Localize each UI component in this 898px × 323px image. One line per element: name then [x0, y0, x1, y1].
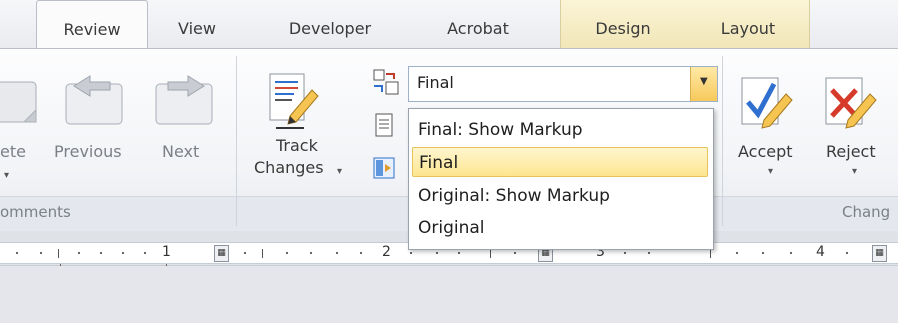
- group-separator: [236, 56, 237, 226]
- ruler-dot: [846, 252, 848, 254]
- ruler-dot: [144, 252, 146, 254]
- option-final[interactable]: Final: [412, 147, 708, 177]
- ruler-tick: [710, 249, 711, 258]
- ruler-dot: [310, 252, 312, 254]
- tab-developer-label: Developer: [288, 19, 372, 38]
- previous-comment-icon: [65, 75, 123, 125]
- next-comment-label: Next: [162, 142, 200, 161]
- show-markup-icon[interactable]: [372, 112, 398, 140]
- tab-developer[interactable]: Developer: [270, 0, 390, 47]
- ruler-dot: [736, 252, 738, 254]
- display-for-review-dropdown-button[interactable]: ▼: [690, 67, 717, 101]
- tab-review-label: Review: [63, 20, 121, 39]
- ruler-number: 1: [162, 244, 171, 260]
- display-for-review-value: Final: [417, 73, 454, 92]
- column-marker[interactable]: ▦: [872, 245, 887, 262]
- option-final-show-markup[interactable]: Final: Show Markup: [412, 115, 708, 145]
- ruler-dot: [762, 252, 764, 254]
- changes-group-label: Chang: [842, 203, 891, 221]
- ruler-dot: [624, 252, 626, 254]
- ruler-tick: [490, 249, 491, 258]
- tab-stop-marker[interactable]: ▦: [214, 245, 229, 262]
- option-original-show-markup[interactable]: Original: Show Markup: [412, 181, 708, 211]
- accept-icon: [741, 77, 793, 129]
- delete-comment-icon: [0, 81, 37, 123]
- ruler-dot: [648, 252, 650, 254]
- previous-comment-label: Previous: [54, 142, 122, 161]
- track-changes-dropdown-caret[interactable]: ▾: [337, 166, 342, 177]
- reject-dropdown-caret[interactable]: ▾: [852, 166, 857, 177]
- ruler-dot: [286, 252, 288, 254]
- display-for-review-dropdown: Final: Show Markup Final Original: Show …: [408, 108, 714, 250]
- ruler-dot: [78, 252, 80, 254]
- reject-label: Reject: [826, 142, 876, 161]
- tab-design[interactable]: Design: [568, 0, 678, 47]
- chevron-down-icon: ▼: [700, 76, 708, 87]
- group-separator: [722, 56, 723, 226]
- ruler-dot: [336, 252, 338, 254]
- track-changes-label-line2: Changes: [254, 158, 324, 177]
- comments-group-label: omments: [0, 203, 71, 221]
- next-comment-button[interactable]: [150, 72, 220, 138]
- accept-dropdown-caret[interactable]: ▾: [768, 166, 773, 177]
- reject-button[interactable]: [818, 70, 882, 136]
- reject-icon: [825, 77, 877, 129]
- ruler-dot: [360, 252, 362, 254]
- accept-label: Accept: [738, 142, 793, 161]
- tab-review[interactable]: Review: [36, 0, 148, 49]
- tab-view[interactable]: View: [160, 0, 234, 47]
- delete-comment-label: ete: [0, 142, 26, 161]
- accept-button[interactable]: [734, 70, 794, 136]
- track-changes-button[interactable]: [262, 68, 322, 138]
- delete-comment-dropdown-caret[interactable]: ▾: [4, 170, 9, 181]
- ruler-dot: [458, 252, 460, 254]
- option-original[interactable]: Original: [412, 213, 708, 243]
- tab-layout-label: Layout: [720, 19, 776, 38]
- tab-layout[interactable]: Layout: [698, 0, 798, 47]
- tab-design-label: Design: [595, 19, 651, 38]
- tab-view-label: View: [178, 19, 216, 38]
- display-for-review-select[interactable]: Final ▼: [408, 66, 718, 102]
- tab-acrobat[interactable]: Acrobat: [423, 0, 533, 47]
- ruler-dot: [40, 252, 42, 254]
- reviewing-pane-icon[interactable]: [372, 156, 398, 182]
- ruler-dot: [16, 252, 18, 254]
- ruler-number: 4: [816, 244, 825, 260]
- next-comment-icon: [155, 75, 213, 125]
- ruler-dot: [100, 252, 102, 254]
- track-changes-icon: [269, 73, 319, 129]
- display-for-review-icon[interactable]: [372, 68, 400, 96]
- ruler-dot: [122, 252, 124, 254]
- ruler-dot: [514, 252, 516, 254]
- document-area[interactable]: [0, 266, 898, 323]
- ruler-tick: [262, 249, 263, 258]
- ruler-dot: [410, 252, 412, 254]
- delete-comment-button[interactable]: [0, 72, 40, 138]
- tab-acrobat-label: Acrobat: [447, 19, 509, 38]
- ruler-dot: [790, 252, 792, 254]
- ruler-dot: [244, 252, 246, 254]
- ruler-tick: [58, 249, 59, 258]
- ruler-number: 2: [382, 244, 391, 260]
- ruler-dot: [436, 252, 438, 254]
- track-changes-label-line1: Track: [276, 136, 318, 155]
- previous-comment-button[interactable]: [60, 72, 130, 138]
